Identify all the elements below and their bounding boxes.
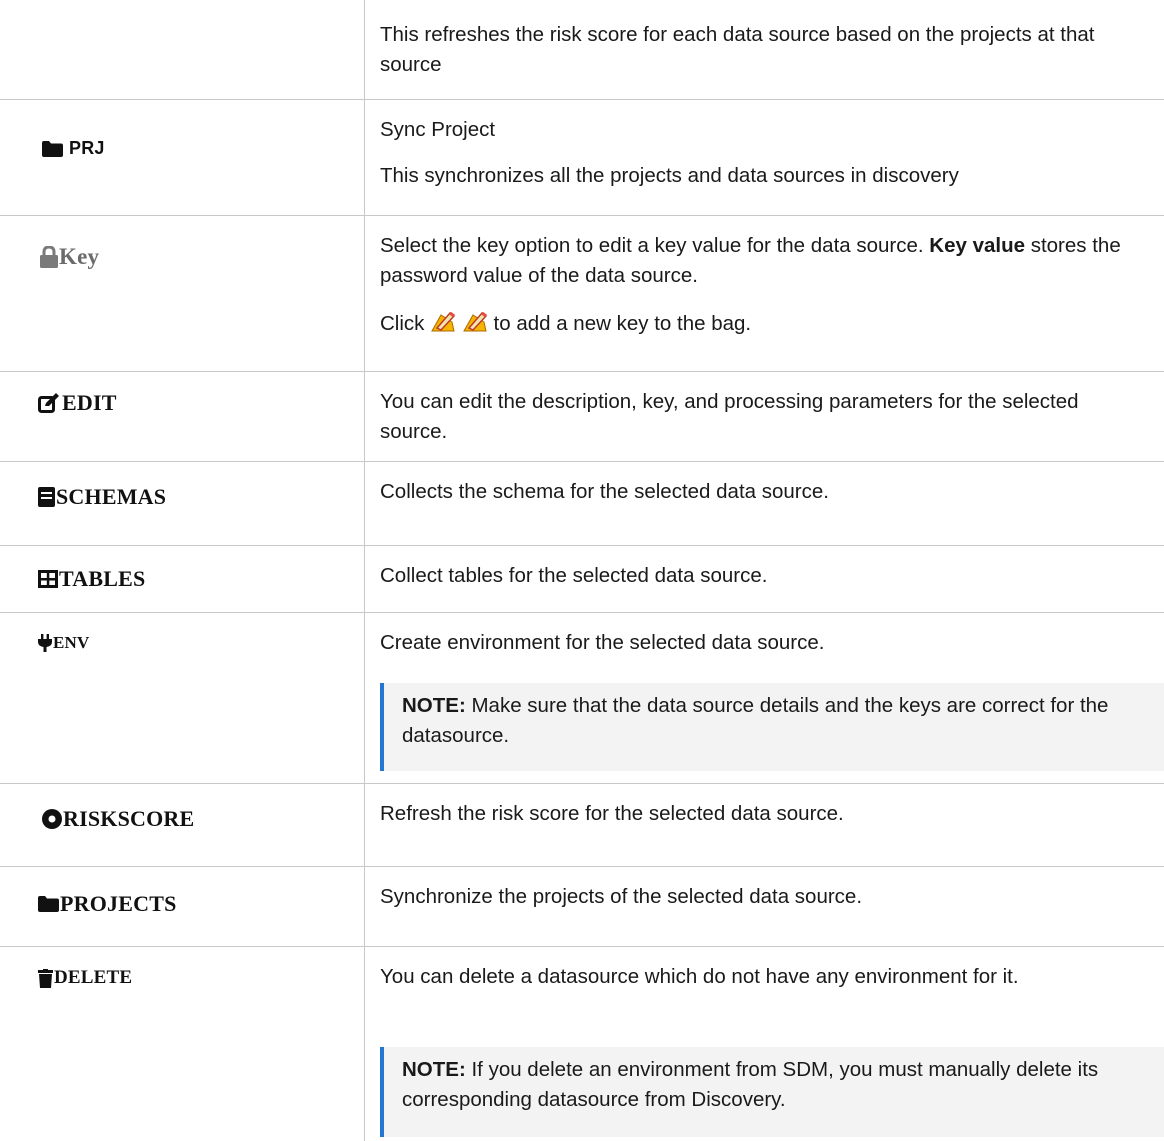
table-row-env: ENV Create environment for the selected … <box>0 613 1164 784</box>
delete-description: You can delete a datasource which do not… <box>380 965 1019 988</box>
delete-note-text: If you delete an environment from SDM, y… <box>402 1058 1099 1111</box>
schemas-button-label: SCHEMAS <box>56 484 167 509</box>
table-row-schemas: SCHEMAS Collects the schema for the sele… <box>0 462 1164 546</box>
edit-button-label: EDIT <box>62 390 117 415</box>
delete-button[interactable]: DELETE <box>38 967 132 989</box>
riskscore-description: Refresh the risk score for the selected … <box>380 802 844 825</box>
env-description: Create environment for the selected data… <box>380 631 825 654</box>
prj-button-label: PRJ <box>69 138 105 158</box>
key-value-term: Key value <box>929 234 1026 257</box>
lock-icon <box>40 246 58 268</box>
schemas-description: Collects the schema for the selected dat… <box>380 480 829 503</box>
env-note-label: NOTE: <box>402 694 466 717</box>
prj-description: This synchronizes all the projects and d… <box>380 164 959 187</box>
table-icon <box>38 570 58 588</box>
riskscore-button-label: RISKSCORE <box>63 806 195 831</box>
table-row-prj: PRJ Sync Project This synchronizes all t… <box>0 100 1164 216</box>
plug-icon <box>38 634 52 652</box>
circle-icon <box>42 809 62 829</box>
delete-button-label: DELETE <box>54 967 133 988</box>
table-row-key: Key Select the key option to edit a key … <box>0 216 1164 372</box>
pencil-icon[interactable] <box>462 310 488 343</box>
table-row-refresh: This refreshes the risk score for each d… <box>0 0 1164 100</box>
env-note: NOTE: Make sure that the data source det… <box>380 683 1164 771</box>
delete-note-label: NOTE: <box>402 1058 466 1081</box>
table-row-projects: PROJECTS Synchronize the projects of the… <box>0 867 1164 947</box>
trash-icon <box>38 968 53 988</box>
click-label: Click <box>380 312 425 335</box>
pencil-icon[interactable] <box>430 310 456 343</box>
schemas-button[interactable]: SCHEMAS <box>38 484 166 510</box>
edit-icon <box>38 393 60 413</box>
edit-description: You can edit the description, key, and p… <box>380 390 1079 443</box>
projects-button[interactable]: PROJECTS <box>38 891 177 917</box>
prj-button[interactable]: PRJ <box>42 138 105 159</box>
delete-note: NOTE: If you delete an environment from … <box>380 1047 1164 1137</box>
env-button-label: ENV <box>53 633 90 652</box>
key-description-pre: Select the key option to edit a key valu… <box>380 234 930 257</box>
table-row-delete: DELETE You can delete a datasource which… <box>0 947 1164 1141</box>
folder-icon <box>38 896 59 912</box>
table-row-riskscore: RISKSCORE Refresh the risk score for the… <box>0 784 1164 867</box>
projects-description: Synchronize the projects of the selected… <box>380 885 863 908</box>
refresh-description: This refreshes the risk score for each d… <box>380 23 1095 76</box>
book-icon <box>38 487 55 507</box>
env-note-text: Make sure that the data source details a… <box>402 694 1109 747</box>
click-description: to add a new key to the bag. <box>487 312 752 335</box>
prj-title: Sync Project <box>380 118 496 141</box>
tables-description: Collect tables for the selected data sou… <box>380 564 768 587</box>
key-button-label: Key <box>59 244 100 269</box>
table-row-edit: EDIT You can edit the description, key, … <box>0 372 1164 462</box>
projects-button-label: PROJECTS <box>60 891 177 916</box>
tables-button-label: TABLES <box>59 566 146 591</box>
key-description: Select the key option to edit a key valu… <box>380 231 1136 291</box>
edit-button[interactable]: EDIT <box>38 390 117 416</box>
key-click-instruction: Click to add a new key to the bag. <box>380 309 1136 343</box>
key-button[interactable]: Key <box>40 244 99 270</box>
tables-button[interactable]: TABLES <box>38 566 145 592</box>
folder-icon <box>42 140 63 157</box>
table-row-tables: TABLES Collect tables for the selected d… <box>0 546 1164 613</box>
riskscore-button[interactable]: RISKSCORE <box>42 806 194 832</box>
env-button[interactable]: ENV <box>38 633 90 653</box>
